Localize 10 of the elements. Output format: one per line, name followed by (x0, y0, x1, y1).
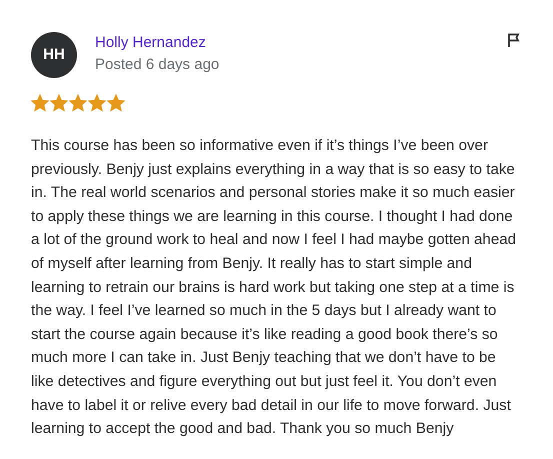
star-icon (31, 94, 49, 112)
posted-date: Posted 6 days ago (95, 55, 220, 75)
flag-icon[interactable] (507, 33, 521, 47)
star-icon (69, 94, 87, 112)
avatar: HH (31, 32, 77, 78)
review-text: This course has been so informative even if it’s things I’ve been over previously. Benjy just explains everything in a way that is so easy to take in. The real world scenarios and personal stories make it so much easier to apply these things we are learning in this course. I thought I had done a lot of the ground work to heal and now I feel I had maybe gotten ahead of myself after learning from Benjy. It really has to start simple and learning to retrain our brains is hard work but taking one step at a time is the way. I feel I’ve learned so much in the 5 days but I already want to start the course again because it’s like reading a good book there’s so much more I can take in. Just Benjy teaching that we don’t have to be like detectives and figure everything out but just feel it. You don’t even have to label it or relive every bad detail in our life to move forward. Just learning to accept the good and bad. Thank you so much Benjy (31, 136, 518, 440)
star-icon (88, 94, 106, 112)
reviewer-name: Holly Hernandez (95, 33, 207, 53)
star-icon (107, 94, 125, 112)
star-icon (50, 94, 68, 112)
